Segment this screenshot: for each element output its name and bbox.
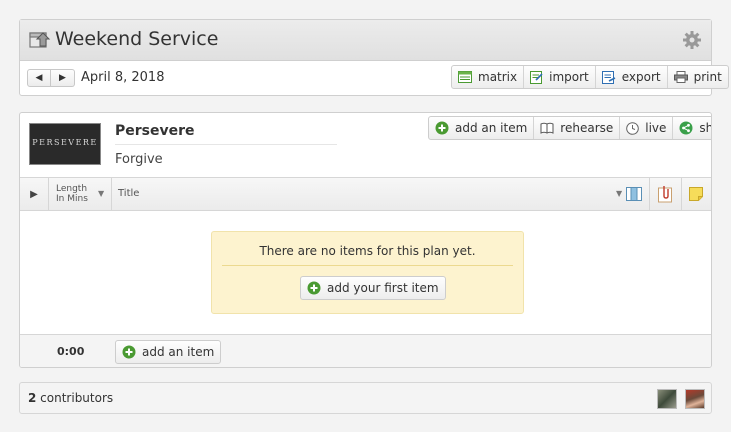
previous-plan-button[interactable]: ◀ xyxy=(27,69,51,87)
add-first-item-button[interactable]: add your first item xyxy=(301,277,445,299)
length-column-label: Length xyxy=(56,184,88,194)
printer-icon xyxy=(673,71,688,83)
clock-icon xyxy=(626,121,640,135)
export-button[interactable]: export xyxy=(594,66,667,88)
rehearse-button[interactable]: rehearse xyxy=(533,117,619,139)
title-column-header[interactable]: Title xyxy=(118,188,139,199)
live-button[interactable]: live xyxy=(619,117,672,139)
length-column-unit: In Mins xyxy=(56,194,88,204)
empty-plan-notice: There are no items for this plan yet. ad… xyxy=(211,231,524,314)
next-plan-button[interactable]: ▶ xyxy=(51,69,75,87)
contributors-label: contributors xyxy=(36,391,114,405)
footer-add-item-button[interactable]: add an item xyxy=(116,341,220,363)
note-icon[interactable] xyxy=(689,187,703,201)
avatar[interactable] xyxy=(657,389,677,409)
plan-toolbar: matrix import export print xyxy=(451,65,729,89)
export-label: export xyxy=(621,70,661,84)
plan-panel: PERSEVERE Persevere Forgive add an item … xyxy=(19,112,712,368)
rehearse-label: rehearse xyxy=(560,121,614,135)
plan-title[interactable]: Forgive xyxy=(115,152,163,167)
import-icon xyxy=(530,70,543,84)
add-item-button[interactable]: add an item xyxy=(429,117,533,139)
share-label: share xyxy=(699,121,712,135)
service-header: Weekend Service xyxy=(20,20,711,61)
plan-actions: add an item rehearse live sha xyxy=(428,116,712,140)
book-icon xyxy=(540,122,554,134)
live-label: live xyxy=(645,121,667,135)
add-icon xyxy=(122,345,136,359)
series-artwork-text: PERSEVERE xyxy=(32,138,98,147)
contributors-summary[interactable]: 2 contributors xyxy=(28,391,113,405)
play-all-button[interactable]: ▶ xyxy=(20,178,49,210)
items-column-header: ▶ Length In Mins ▼ Title ▼ xyxy=(20,177,711,211)
matrix-icon xyxy=(458,71,472,83)
length-column-header[interactable]: Length In Mins xyxy=(56,184,88,204)
add-item-label: add an item xyxy=(455,121,528,135)
column-divider xyxy=(681,178,682,210)
service-type-icon xyxy=(29,32,51,48)
plan-footer: 0:00 add an item xyxy=(20,334,711,367)
column-divider xyxy=(111,178,112,210)
import-label: import xyxy=(549,70,589,84)
add-first-item-label: add your first item xyxy=(327,281,439,295)
series-title[interactable]: Persevere xyxy=(115,123,195,139)
add-icon xyxy=(435,121,449,135)
avatar[interactable] xyxy=(685,389,705,409)
share-icon xyxy=(679,121,693,135)
series-artwork[interactable]: PERSEVERE xyxy=(29,123,101,165)
columns-icon[interactable] xyxy=(626,187,642,201)
attachment-icon[interactable] xyxy=(657,185,673,203)
print-button[interactable]: print xyxy=(666,66,728,88)
column-divider xyxy=(649,178,650,210)
empty-notice-divider xyxy=(222,265,513,266)
add-first-item-group: add your first item xyxy=(300,276,446,300)
length-sort-caret-icon[interactable]: ▼ xyxy=(98,189,104,198)
service-panel: Weekend Service ◀ ▶ April 8, 2018 matrix… xyxy=(19,19,729,96)
gear-icon[interactable] xyxy=(682,30,702,50)
title-sort-caret-icon[interactable]: ▼ xyxy=(616,189,622,198)
footer-add-item-label: add an item xyxy=(142,345,215,359)
date-nav: ◀ ▶ xyxy=(27,69,75,87)
matrix-button[interactable]: matrix xyxy=(452,66,523,88)
service-title: Weekend Service xyxy=(55,28,219,50)
share-button[interactable]: share xyxy=(672,117,712,139)
export-icon xyxy=(601,70,616,84)
import-button[interactable]: import xyxy=(523,66,595,88)
total-length: 0:00 xyxy=(57,345,85,358)
plan-date: April 8, 2018 xyxy=(81,70,165,85)
matrix-label: matrix xyxy=(478,70,518,84)
title-divider xyxy=(115,144,337,145)
empty-plan-message: There are no items for this plan yet. xyxy=(259,244,476,258)
add-icon xyxy=(307,281,321,295)
print-label: print xyxy=(693,70,722,84)
contributors-panel: 2 contributors xyxy=(19,382,712,414)
footer-add-item-group: add an item xyxy=(115,340,222,364)
